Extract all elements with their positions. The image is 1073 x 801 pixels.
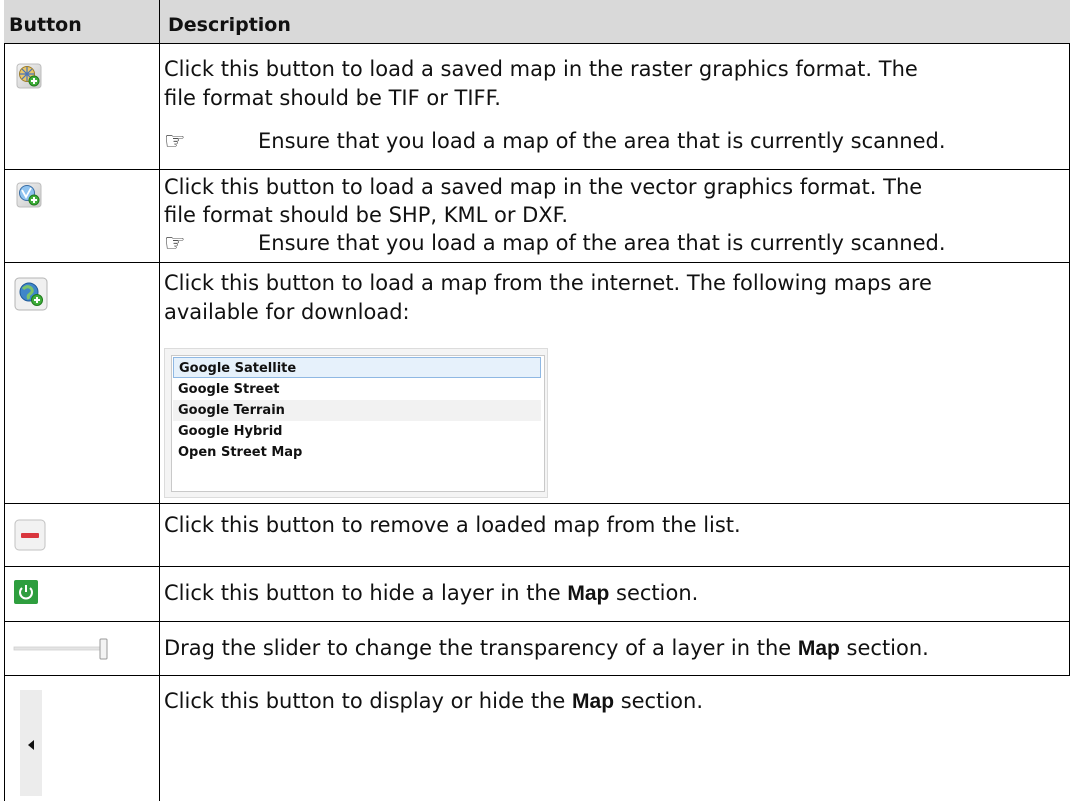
header-description: Description: [168, 14, 291, 36]
list-item[interactable]: Open Street Map: [173, 442, 541, 463]
raster-map-add-icon[interactable]: [16, 63, 42, 89]
row1-line1: Click this button to load a saved map in…: [164, 57, 918, 81]
row2-line2: file format should be SHP, KML or DXF.: [164, 203, 569, 227]
row5-text: Click this button to hide a layer in the…: [164, 581, 699, 605]
pointing-hand-icon: ☞: [164, 229, 186, 257]
list-item[interactable]: Google Street: [173, 379, 541, 400]
map-source-list: Google Satellite Google Street Google Te…: [164, 348, 548, 498]
row1-line2: file format should be TIF or TIFF.: [164, 86, 501, 110]
transparency-slider[interactable]: [12, 635, 112, 663]
collapse-arrow-icon[interactable]: [20, 690, 42, 796]
row3-line1: Click this button to load a map from the…: [164, 271, 932, 295]
row3-line2: available for download:: [164, 300, 410, 324]
list-item[interactable]: Google Hybrid: [173, 421, 541, 442]
row2-line1: Click this button to load a saved map in…: [164, 175, 923, 199]
row4-line1: Click this button to remove a loaded map…: [164, 513, 741, 537]
power-icon[interactable]: [14, 580, 38, 604]
pointing-hand-icon: ☞: [164, 127, 186, 155]
table-header: Button Description: [4, 0, 1070, 43]
internet-map-add-icon[interactable]: [14, 277, 48, 311]
header-button: Button: [9, 14, 82, 36]
row6-text: Drag the slider to change the transparen…: [164, 636, 929, 660]
list-item[interactable]: Google Satellite: [173, 357, 541, 378]
vector-map-add-icon[interactable]: [16, 182, 42, 208]
remove-icon[interactable]: [14, 519, 46, 551]
list-item[interactable]: Google Terrain: [173, 400, 541, 421]
row7-text: Click this button to display or hide the…: [164, 689, 703, 713]
